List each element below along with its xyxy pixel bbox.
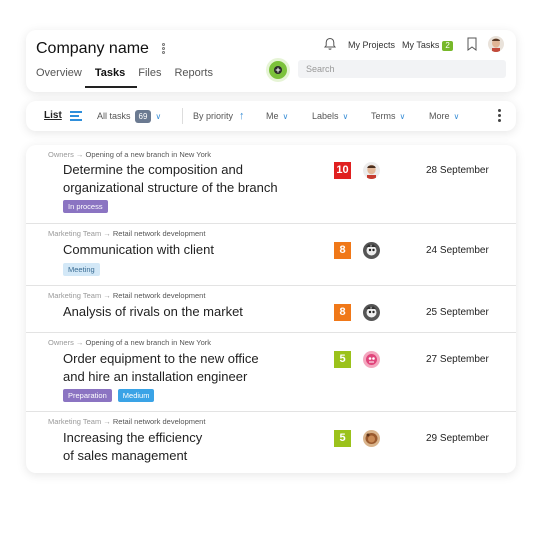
- all-tasks-label: All tasks: [97, 111, 131, 121]
- task-due-date: 28 September: [426, 165, 489, 176]
- all-tasks-count: 69: [134, 110, 152, 123]
- task-title-line: of sales management: [63, 448, 188, 463]
- more-filter[interactable]: More ∨: [429, 101, 459, 131]
- assignee-avatar[interactable]: [363, 242, 380, 259]
- task-list: Owners → Opening of a new branch in New …: [26, 145, 516, 473]
- task-title-line: and hire an installation engineer: [63, 369, 248, 384]
- task-row[interactable]: Marketing Team → Retail network developm…: [26, 411, 516, 474]
- company-menu-icon[interactable]: [162, 43, 166, 55]
- crumb-project: Retail network development: [112, 229, 206, 238]
- crumb-project: Opening of a new branch in New York: [85, 150, 212, 159]
- label-tag[interactable]: In process: [63, 200, 108, 213]
- crumb-team: Marketing Team: [48, 417, 102, 426]
- task-title-line: organizational structure of the branch: [63, 180, 278, 195]
- crumb-team: Marketing Team: [48, 291, 102, 300]
- tab-files[interactable]: Files: [138, 67, 161, 87]
- tab-tasks[interactable]: Tasks: [84, 67, 138, 88]
- priority-badge: 5: [334, 430, 351, 447]
- chevron-down-icon: ∨: [282, 112, 289, 121]
- crumb-team: Owners: [48, 150, 74, 159]
- chevron-down-icon: ∨: [453, 112, 460, 121]
- chevron-down-icon: ∨: [342, 112, 349, 121]
- task-row[interactable]: Marketing Team → Retail network developm…: [26, 223, 516, 286]
- my-tasks-label: My Tasks: [402, 40, 440, 50]
- crumb-project: Opening of a new branch in New York: [85, 338, 212, 347]
- all-tasks-filter[interactable]: All tasks 69 ∨: [97, 101, 161, 131]
- task-due-date: 29 September: [426, 433, 489, 444]
- task-breadcrumb: Marketing Team → Retail network developm…: [48, 417, 206, 426]
- header-card: Company name Overview Tasks Files Report…: [26, 30, 516, 92]
- project-tabs: Overview Tasks Files Reports: [36, 67, 226, 88]
- terms-label: Terms: [371, 111, 396, 121]
- company-name[interactable]: Company name: [36, 40, 149, 58]
- task-toolbar: List All tasks 69 ∨ By priority ↑ Me ∨ Label…: [26, 101, 516, 131]
- my-tasks-count-badge: 2: [442, 41, 453, 51]
- task-title[interactable]: Order equipment to the new office and hir…: [63, 350, 259, 386]
- task-title-line: Increasing the efficiency: [63, 430, 203, 445]
- assignee-avatar[interactable]: [363, 304, 380, 321]
- task-due-date: 25 September: [426, 307, 489, 318]
- arrow-up-icon: ↑: [239, 110, 245, 122]
- view-list-toggle[interactable]: List: [44, 101, 62, 131]
- label-tag[interactable]: Meeting: [63, 263, 100, 276]
- task-row[interactable]: Marketing Team → Retail network developm…: [26, 285, 516, 333]
- more-options-icon[interactable]: [498, 109, 501, 124]
- add-task-button[interactable]: [269, 61, 287, 79]
- assignee-filter[interactable]: Me ∨: [266, 101, 288, 131]
- terms-filter[interactable]: Terms ∨: [371, 101, 405, 131]
- crumb-team: Marketing Team: [48, 229, 102, 238]
- task-labels: Meeting: [63, 263, 100, 276]
- sort-by-priority[interactable]: By priority ↑: [193, 101, 245, 131]
- task-due-date: 24 September: [426, 245, 489, 256]
- labels-label: Labels: [312, 111, 339, 121]
- list-view-icon[interactable]: [70, 110, 82, 122]
- chevron-down-icon: ∨: [155, 112, 162, 121]
- task-title-line: Determine the composition and: [63, 162, 243, 177]
- task-title[interactable]: Analysis of rivals on the market: [63, 303, 243, 321]
- search-input[interactable]: Search: [298, 60, 506, 78]
- crumb-team: Owners: [48, 338, 74, 347]
- task-title[interactable]: Communication with client: [63, 241, 214, 259]
- priority-badge: 10: [334, 162, 351, 179]
- tab-overview[interactable]: Overview: [36, 67, 82, 87]
- task-row[interactable]: Owners → Opening of a new branch in New …: [26, 332, 516, 412]
- priority-badge: 8: [334, 242, 351, 259]
- tab-reports[interactable]: Reports: [174, 67, 213, 87]
- task-breadcrumb: Marketing Team → Retail network developm…: [48, 291, 206, 300]
- task-labels: Preparation Medium: [63, 389, 155, 402]
- assignee-avatar[interactable]: [363, 351, 380, 368]
- sort-label: By priority: [193, 111, 234, 121]
- task-title-line: Order equipment to the new office: [63, 351, 259, 366]
- me-label: Me: [266, 111, 279, 121]
- priority-badge: 8: [334, 304, 351, 321]
- bookmark-icon[interactable]: [466, 37, 478, 51]
- task-labels: In process: [63, 200, 108, 213]
- task-breadcrumb: Owners → Opening of a new branch in New …: [48, 150, 212, 159]
- user-avatar[interactable]: [488, 36, 504, 52]
- label-tag[interactable]: Medium: [117, 389, 155, 402]
- assignee-avatar[interactable]: [363, 430, 380, 447]
- priority-badge: 5: [334, 351, 351, 368]
- label-tag[interactable]: Preparation: [63, 389, 112, 402]
- task-title[interactable]: Increasing the efficiency of sales manage…: [63, 429, 202, 465]
- task-due-date: 27 September: [426, 354, 489, 365]
- my-projects-link[interactable]: My Projects: [348, 40, 395, 50]
- task-title[interactable]: Determine the composition and organizatio…: [63, 161, 278, 197]
- chevron-down-icon: ∨: [399, 112, 406, 121]
- task-row[interactable]: Owners → Opening of a new branch in New …: [26, 145, 516, 223]
- assignee-avatar[interactable]: [363, 162, 380, 179]
- task-breadcrumb: Owners → Opening of a new branch in New …: [48, 338, 212, 347]
- more-label: More: [429, 111, 450, 121]
- my-tasks-link[interactable]: My Tasks 2: [402, 40, 453, 51]
- crumb-project: Retail network development: [112, 291, 206, 300]
- task-breadcrumb: Marketing Team → Retail network developm…: [48, 229, 206, 238]
- bell-icon[interactable]: [323, 37, 337, 51]
- labels-filter[interactable]: Labels ∨: [312, 101, 348, 131]
- toolbar-divider: [182, 108, 183, 124]
- crumb-project: Retail network development: [112, 417, 206, 426]
